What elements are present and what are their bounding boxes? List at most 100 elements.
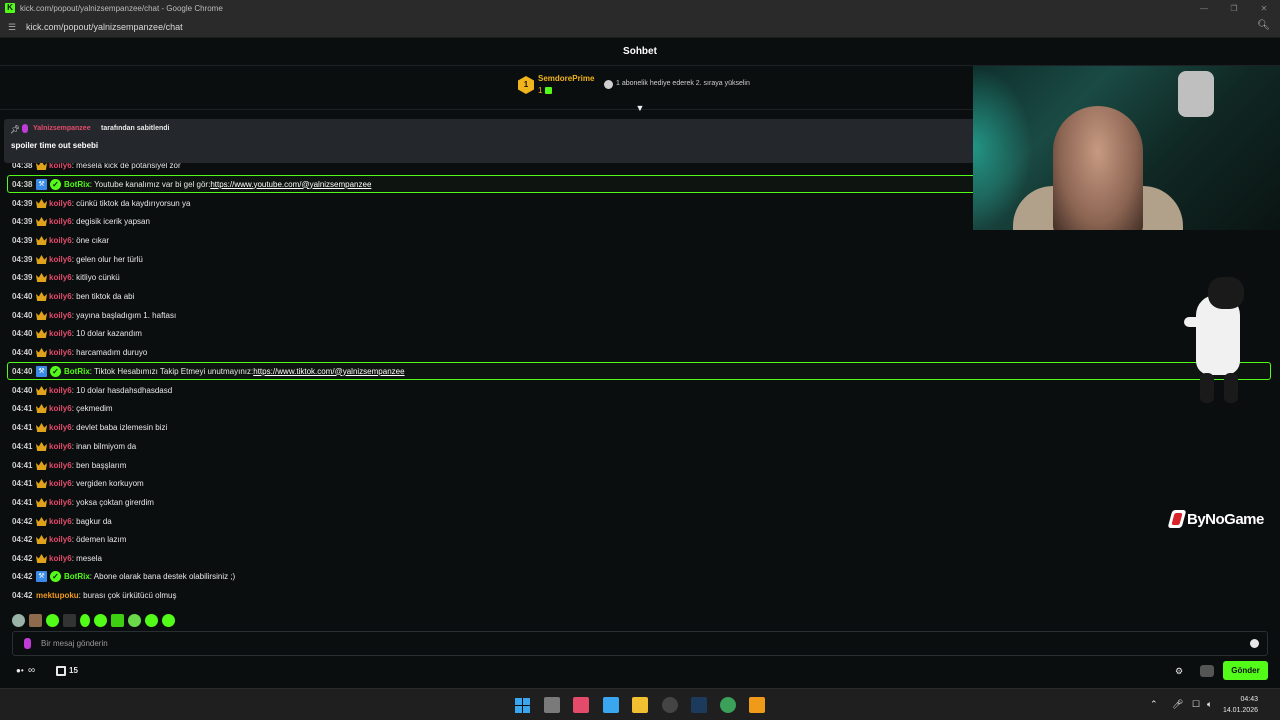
message-username[interactable]: koily6 <box>49 423 72 432</box>
pinned-by-user[interactable]: Yalnizsempanzee <box>33 125 91 132</box>
chat-message[interactable]: 04:42 mektupoku: burası çok ürkütücü olmu… <box>8 586 177 604</box>
message-link[interactable]: https://www.youtube.com/@yalnizsempanzee <box>210 180 371 189</box>
emote-icon[interactable] <box>80 613 90 627</box>
chat-message[interactable]: 04:42 koily6: mesela <box>8 549 102 567</box>
emote-icon[interactable] <box>29 613 42 627</box>
message-username[interactable]: koily6 <box>49 199 72 208</box>
message-username[interactable]: koily6 <box>49 273 72 282</box>
send-button[interactable]: Gönder <box>1223 661 1268 680</box>
chat-message[interactable]: 04:42 koily6: bagkur da <box>8 512 112 530</box>
emote-icon[interactable] <box>128 613 141 627</box>
message-username[interactable]: koily6 <box>49 404 72 413</box>
url-text[interactable]: kick.com/popout/yalnizsempanzee/chat <box>26 22 183 32</box>
obs-icon[interactable] <box>662 697 678 713</box>
emote-icon[interactable] <box>145 613 158 627</box>
message-username[interactable]: koily6 <box>49 236 72 245</box>
chat-message[interactable]: 04:39 koily6: öne cıkar <box>8 231 109 249</box>
chat-message[interactable]: 04:39 koily6: gelen olur her türlü <box>8 250 143 268</box>
system-clock[interactable]: 04:43 14.01.2026 <box>1223 694 1258 716</box>
message-username[interactable]: BotRix <box>64 572 90 581</box>
channel-points-icon[interactable]: ●• <box>16 666 26 675</box>
emote-icon[interactable] <box>12 613 25 627</box>
chat-message[interactable]: 04:39 koily6: cünkü tiktok da kaydırıyors… <box>8 194 190 212</box>
message-username[interactable]: BotRix <box>64 180 90 189</box>
message-username[interactable]: mektupoku <box>36 591 79 600</box>
message-username[interactable]: koily6 <box>49 329 72 338</box>
chat-message[interactable]: 04:40 koily6: ben tiktok da abi <box>8 287 134 305</box>
emote-icon[interactable] <box>162 613 175 627</box>
chat-message[interactable]: 04:40 koily6: 10 dolar hasdahsdhasdasd <box>8 381 172 399</box>
chat-message[interactable]: 04:41 koily6: devlet baba izlemesin bizi <box>8 418 167 436</box>
microphone-icon[interactable]: 🎤︎ <box>1172 699 1183 710</box>
message-timestamp: 04:41 <box>12 422 33 432</box>
message-username[interactable]: BotRix <box>64 367 90 376</box>
chat-message[interactable]: 04:41 koily6: yoksa çoktan girerdim <box>8 493 154 511</box>
bot-commands-icon[interactable] <box>1200 665 1214 677</box>
network-icon[interactable]: ☐ <box>1192 699 1200 710</box>
pinned-message[interactable]: 📌︎ Yalnizsempanzee tarafından sabitlendi… <box>4 119 976 163</box>
site-info-icon[interactable]: ☰ <box>8 22 18 32</box>
emote-icon[interactable] <box>111 613 124 627</box>
top-gifter-name[interactable]: SemdorePrime <box>538 74 594 83</box>
task-view-icon[interactable] <box>544 697 560 713</box>
message-username[interactable]: koily6 <box>49 217 72 226</box>
chat-message[interactable]: 04:41 koily6: vergiden korkuyom <box>8 474 144 492</box>
rank-badge: 1 <box>518 76 534 94</box>
message-text: : mesela <box>71 553 102 563</box>
message-timestamp: 04:42 <box>12 516 33 526</box>
chat-message[interactable]: 04:39 koily6: degisik icerik yapsan <box>8 212 150 230</box>
emote-icon[interactable] <box>46 613 59 627</box>
chat-message[interactable]: 04:42 ⚒ ✓ BotRix: Abone olarak bana destek … <box>8 567 235 585</box>
chrome-icon[interactable] <box>720 697 736 713</box>
bot-badge-icon: ⚒ <box>36 365 47 377</box>
chat-message[interactable]: 04:40 ⚒ ✓ BotRix: Tiktok Hesabımızı Takip E… <box>7 362 1271 380</box>
file-explorer-icon[interactable] <box>632 697 648 713</box>
message-username[interactable]: koily6 <box>49 386 72 395</box>
emoji-picker-icon[interactable] <box>1250 639 1259 648</box>
message-username[interactable]: koily6 <box>49 461 72 470</box>
windows-start-icon[interactable] <box>515 698 530 713</box>
message-username[interactable]: koily6 <box>49 292 72 301</box>
message-link[interactable]: https://www.tiktok.com/@yalnizsempanzee <box>253 367 404 376</box>
zoom-icon[interactable]: 🔍︎ <box>1257 20 1270 31</box>
message-username[interactable]: koily6 <box>49 479 72 488</box>
message-timestamp: 04:40 <box>12 385 33 395</box>
close-button[interactable]: ✕ <box>1248 0 1280 16</box>
chat-message[interactable]: 04:41 koily6: ben başşlarım <box>8 456 126 474</box>
gift-box-count[interactable]: 15 <box>69 666 78 675</box>
message-username[interactable]: koily6 <box>49 517 72 526</box>
gift-box-icon[interactable] <box>56 666 66 676</box>
message-username[interactable]: koily6 <box>49 348 72 357</box>
message-username[interactable]: koily6 <box>49 498 72 507</box>
address-bar[interactable]: ☰ kick.com/popout/yalnizsempanzee/chat 🔍… <box>0 16 1280 38</box>
snipping-tool-icon[interactable] <box>573 697 589 713</box>
cat-gif-overlay <box>1184 277 1264 405</box>
message-username[interactable]: koily6 <box>49 311 72 320</box>
chat-input-box[interactable] <box>12 631 1268 656</box>
chat-message-input[interactable] <box>41 635 1231 652</box>
collapse-icon[interactable]: ▼ <box>634 104 646 113</box>
settings-gear-icon[interactable]: ⚙︎ <box>1175 666 1185 676</box>
streamer-app-icon[interactable] <box>749 697 765 713</box>
message-username[interactable]: koily6 <box>49 554 72 563</box>
message-text: : 10 dolar hasdahsdhasdasd <box>71 385 173 395</box>
chat-message[interactable]: 04:42 koily6: ödemen lazım <box>8 530 126 548</box>
chat-message[interactable]: 04:40 koily6: 10 dolar kazandım <box>8 324 142 342</box>
emote-icon[interactable] <box>63 613 76 627</box>
volume-icon[interactable]: 🔈︎ <box>1207 699 1212 710</box>
chat-message[interactable]: 04:40 koily6: harcamadım duruyo <box>8 343 147 361</box>
chat-message[interactable]: 04:40 koily6: yayına başladıgım 1. haftas… <box>8 306 176 324</box>
tray-chevron-icon[interactable]: ⌃ <box>1150 699 1158 710</box>
restore-button[interactable]: ❐ <box>1218 0 1250 16</box>
emote-icon[interactable] <box>94 613 107 627</box>
steam-icon[interactable] <box>691 697 707 713</box>
photos-icon[interactable] <box>603 697 619 713</box>
chat-message[interactable]: 04:41 koily6: çekmedim <box>8 399 113 417</box>
message-username[interactable]: koily6 <box>49 442 72 451</box>
chat-message[interactable]: 04:41 koily6: inan bilmiyom da <box>8 437 136 455</box>
message-username[interactable]: koily6 <box>49 535 72 544</box>
chat-message[interactable]: 04:39 koily6: kitliyo cünkü <box>8 268 120 286</box>
message-username[interactable]: koily6 <box>49 255 72 264</box>
channel-points-value[interactable]: ∞ <box>28 665 35 676</box>
minimize-button[interactable]: — <box>1188 0 1220 16</box>
